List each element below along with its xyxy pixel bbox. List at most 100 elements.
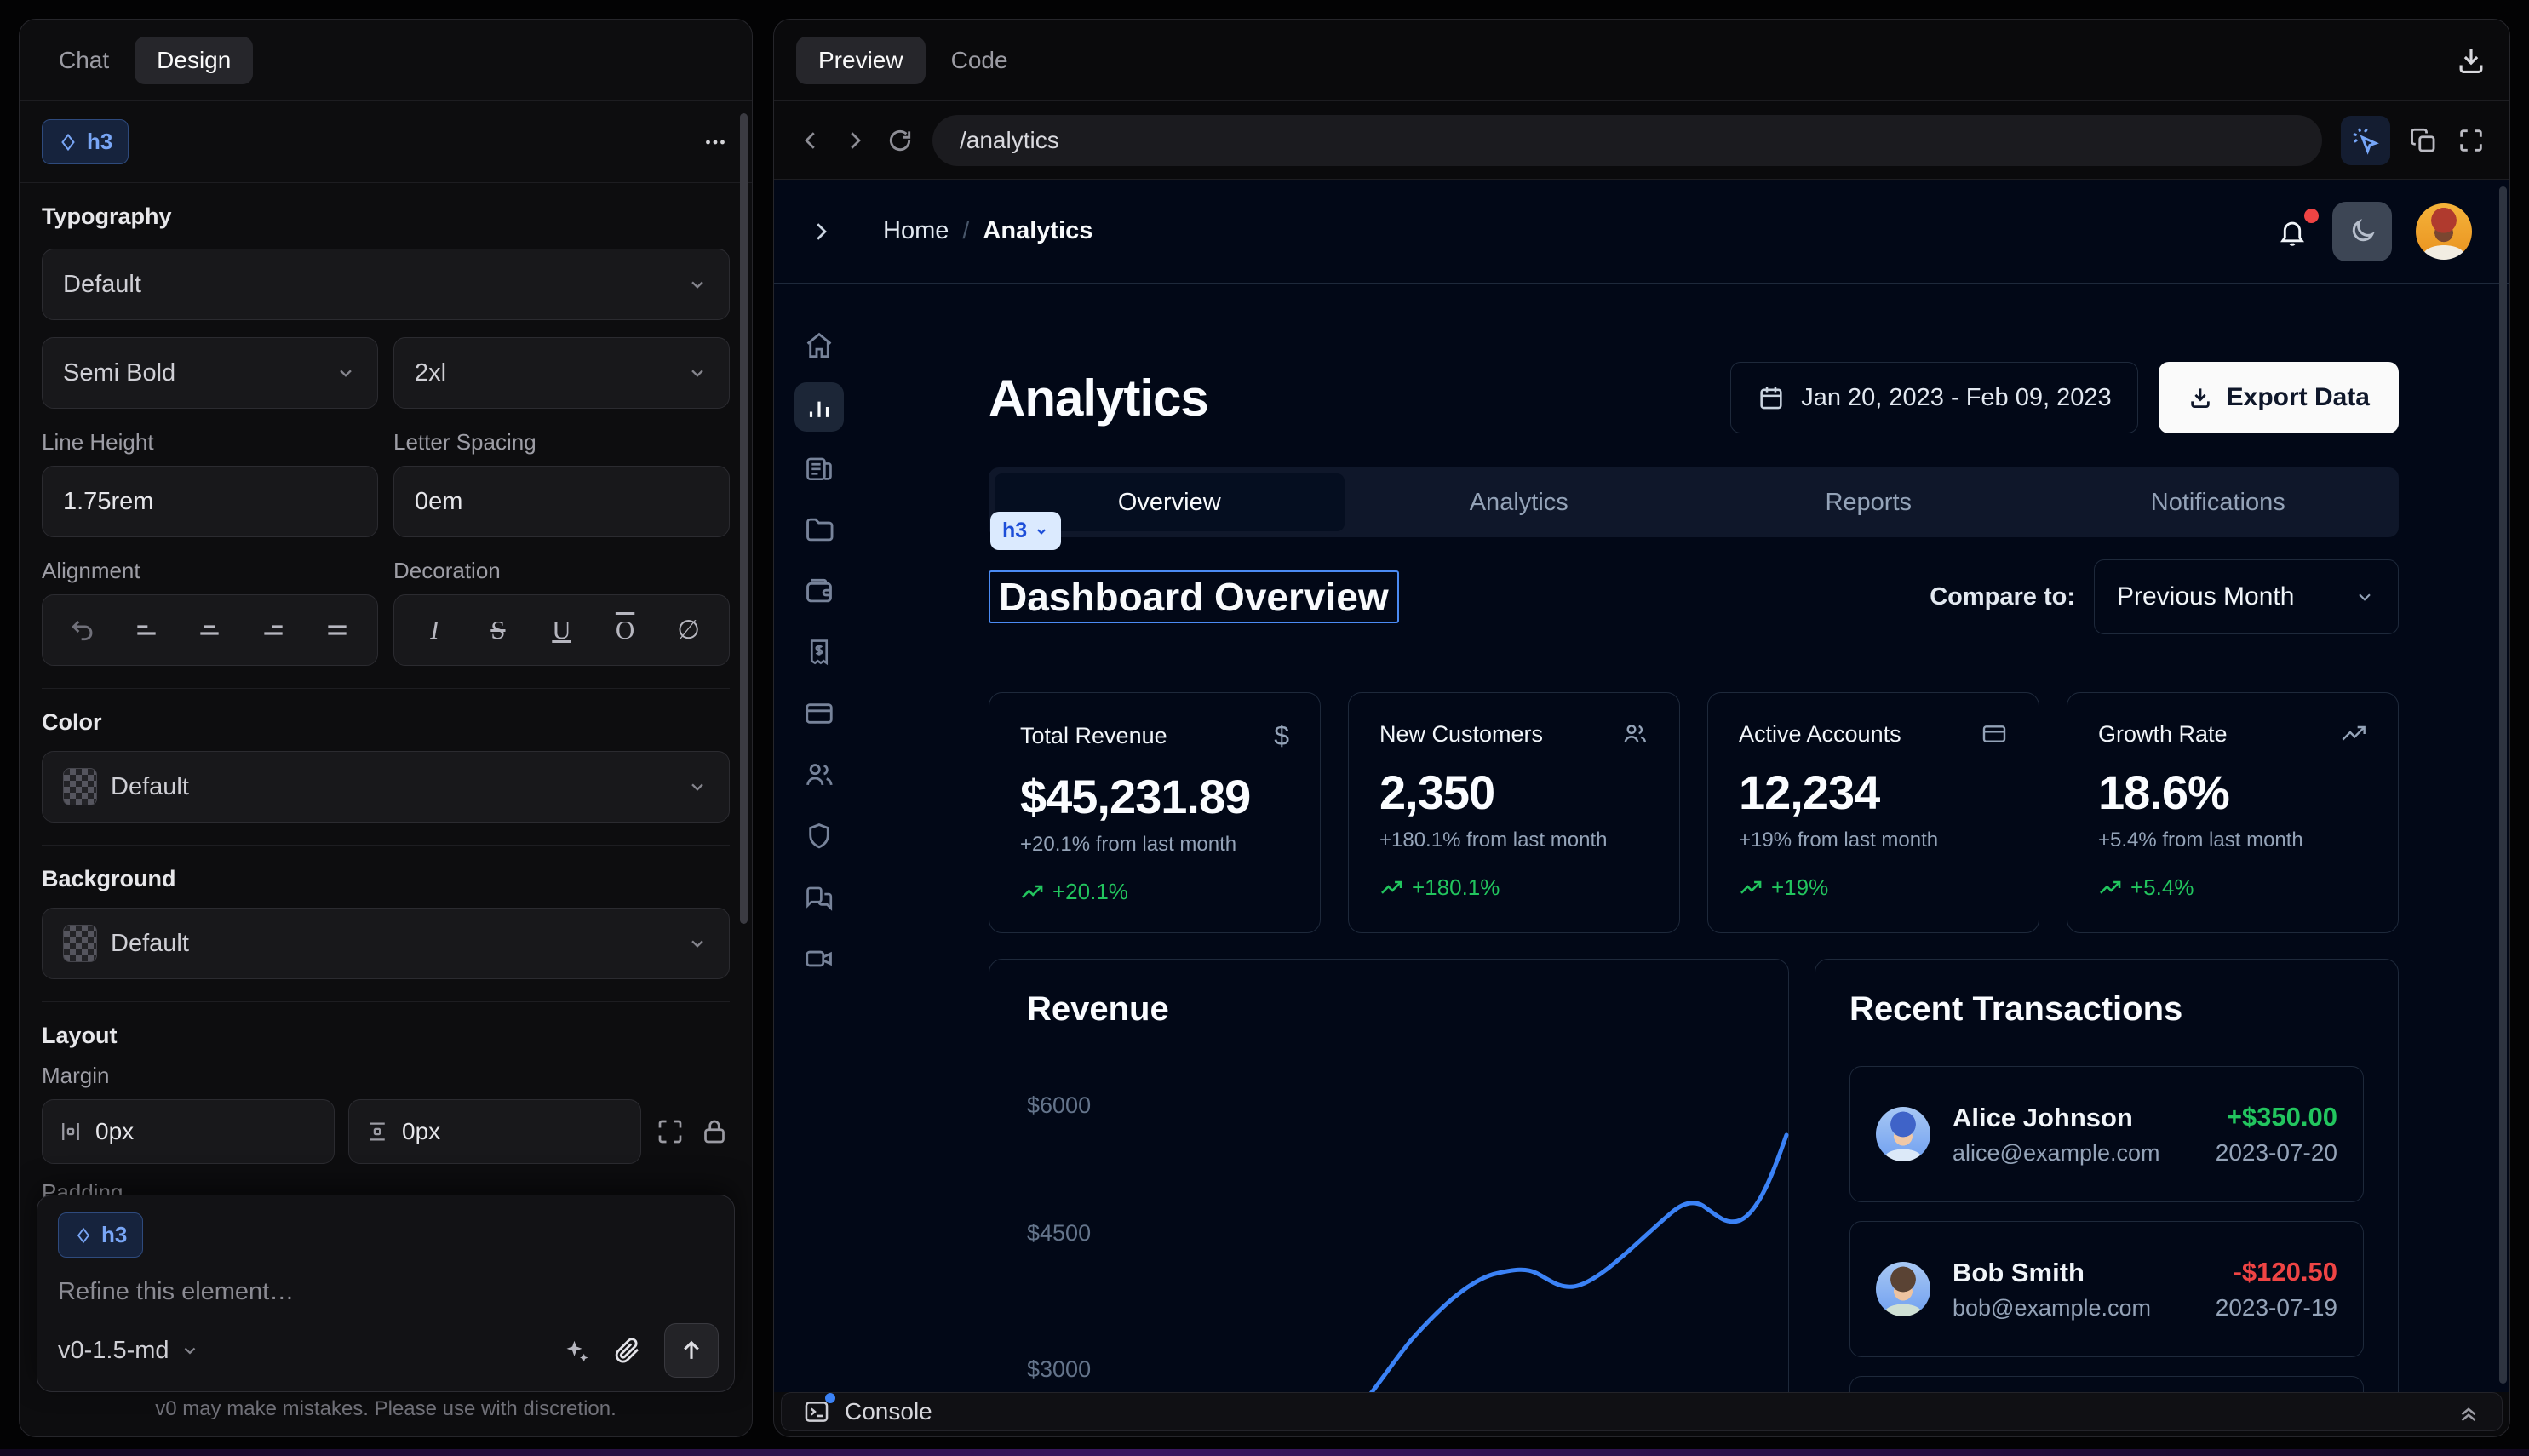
element-badge[interactable]: h3 — [42, 119, 129, 164]
tab-code[interactable]: Code — [934, 37, 1025, 84]
sidebar-item-card[interactable] — [794, 689, 844, 738]
transaction-email: bob@example.com — [1953, 1295, 2151, 1321]
transparent-swatch-icon — [63, 768, 97, 805]
sidebar-item-messages[interactable] — [794, 873, 844, 922]
tab-preview[interactable]: Preview — [796, 37, 926, 84]
preview-url-bar: /analytics — [774, 101, 2509, 180]
align-center-icon[interactable] — [196, 616, 223, 644]
tab-notifications[interactable]: Notifications — [2044, 473, 2394, 531]
left-panel-scrollbar[interactable] — [740, 113, 748, 924]
theme-toggle-button[interactable] — [2332, 202, 2392, 261]
sidebar-item-receipt[interactable] — [794, 628, 844, 677]
compare-value: Previous Month — [2117, 582, 2294, 611]
text-reset-icon[interactable] — [69, 616, 96, 644]
sidebar-item-news[interactable] — [794, 444, 844, 493]
left-tab-bar: Chat Design — [20, 20, 752, 101]
tab-reports[interactable]: Reports — [1694, 473, 2044, 531]
stat-sub: +5.4% from last month — [2098, 828, 2367, 852]
sidebar-item-folder[interactable] — [794, 505, 844, 554]
background-select[interactable]: Default — [42, 908, 730, 979]
preview-scrollbar[interactable] — [2499, 186, 2507, 1384]
overline-icon[interactable]: O — [606, 615, 644, 645]
notification-dot — [2304, 209, 2319, 223]
lock-icon[interactable] — [699, 1116, 730, 1147]
refresh-icon[interactable] — [886, 127, 914, 154]
section-title-selected[interactable]: Dashboard Overview — [989, 570, 1399, 623]
expand-icon[interactable] — [655, 1116, 685, 1147]
sidebar-item-users[interactable] — [794, 750, 844, 800]
font-weight-value: Semi Bold — [63, 359, 175, 387]
avatar[interactable] — [2416, 203, 2472, 260]
design-panel: Chat Design h3 Typography Default Semi B… — [19, 19, 753, 1437]
stat-card-new-customers: New Customers 2,350 +180.1% from last mo… — [1348, 692, 1680, 933]
strikethrough-icon[interactable]: S — [479, 615, 517, 645]
console-bar[interactable]: Console — [781, 1392, 2503, 1431]
transaction-name: Bob Smith — [1953, 1258, 2151, 1288]
alignment-group — [42, 594, 378, 666]
download-icon[interactable] — [2455, 44, 2487, 77]
fullscreen-icon[interactable] — [2457, 126, 2486, 155]
breadcrumb-home[interactable]: Home — [883, 217, 949, 245]
font-weight-select[interactable]: Semi Bold — [42, 337, 378, 409]
export-data-button[interactable]: Export Data — [2159, 362, 2399, 433]
letter-spacing-input[interactable]: 0em — [393, 466, 730, 537]
select-element-button[interactable] — [2341, 116, 2390, 165]
calendar-icon — [1757, 383, 1786, 412]
sidebar-item-video[interactable] — [794, 934, 844, 983]
stat-card-growth-rate: Growth Rate 18.6% +5.4% from last month … — [2067, 692, 2399, 933]
sidebar-item-wallet[interactable] — [794, 566, 844, 616]
stat-sub: +180.1% from last month — [1379, 828, 1649, 852]
margin-x-input[interactable]: 0px — [42, 1099, 335, 1164]
refine-composer: h3 Refine this element… v0-1.5-md — [37, 1195, 735, 1392]
composer-badge-label: h3 — [101, 1222, 127, 1248]
chevron-down-icon — [2354, 586, 2376, 608]
notifications-bell-icon[interactable] — [2276, 215, 2308, 248]
breadcrumb: Home / Analytics — [883, 217, 1092, 245]
send-button[interactable] — [664, 1323, 719, 1378]
sparkles-icon[interactable] — [560, 1335, 591, 1366]
tab-chat[interactable]: Chat — [42, 37, 126, 84]
underline-icon[interactable]: U — [542, 615, 580, 645]
tab-design[interactable]: Design — [135, 37, 253, 84]
sidebar-item-security[interactable] — [794, 811, 844, 861]
disclaimer-text: v0 may make mistakes. Please use with di… — [20, 1397, 752, 1421]
transaction-row[interactable]: Bob Smith bob@example.com -$120.50 2023-… — [1849, 1221, 2364, 1357]
compare-label: Compare to: — [1930, 583, 2075, 611]
more-menu-icon[interactable] — [701, 128, 730, 157]
paperclip-icon[interactable] — [613, 1336, 642, 1365]
align-left-icon[interactable] — [133, 616, 160, 644]
compare-select[interactable]: Previous Month — [2094, 559, 2399, 634]
chevrons-up-icon[interactable] — [2456, 1399, 2481, 1424]
letter-spacing-label: Letter Spacing — [393, 429, 730, 456]
forward-icon[interactable] — [842, 128, 868, 153]
refine-input[interactable]: Refine this element… — [58, 1278, 714, 1306]
sidebar-toggle-icon[interactable] — [808, 219, 834, 244]
date-range-button[interactable]: Jan 20, 2023 - Feb 09, 2023 — [1730, 362, 2137, 433]
recent-transactions-card: Recent Transactions Alice Johnson alice@… — [1815, 959, 2399, 1392]
stat-trend-value: +5.4% — [2130, 874, 2194, 901]
back-icon[interactable] — [798, 128, 823, 153]
line-height-value: 1.75rem — [63, 488, 153, 516]
align-right-icon[interactable] — [260, 616, 287, 644]
stat-sub: +20.1% from last month — [1020, 833, 1289, 857]
stat-sub: +19% from last month — [1739, 828, 2008, 852]
margin-y-icon — [364, 1119, 390, 1144]
copy-icon[interactable] — [2409, 126, 2438, 155]
line-height-input[interactable]: 1.75rem — [42, 466, 378, 537]
trending-up-icon — [1739, 876, 1763, 900]
align-justify-icon[interactable] — [324, 616, 351, 644]
font-family-select[interactable]: Default — [42, 249, 730, 320]
selected-element-chip[interactable]: h3 — [990, 512, 1061, 550]
italic-icon[interactable]: I — [416, 615, 453, 645]
sidebar-item-analytics[interactable] — [794, 382, 844, 432]
color-select[interactable]: Default — [42, 751, 730, 823]
transaction-row[interactable]: Alice Johnson alice@example.com +$350.00… — [1849, 1066, 2364, 1202]
tab-analytics[interactable]: Analytics — [1345, 473, 1695, 531]
no-decoration-icon[interactable]: ∅ — [670, 615, 708, 645]
margin-y-input[interactable]: 0px — [348, 1099, 641, 1164]
composer-element-badge[interactable]: h3 — [58, 1212, 143, 1258]
model-select[interactable]: v0-1.5-md — [58, 1337, 200, 1365]
url-input[interactable]: /analytics — [932, 115, 2322, 166]
font-size-select[interactable]: 2xl — [393, 337, 730, 409]
sidebar-item-home[interactable] — [794, 321, 844, 370]
